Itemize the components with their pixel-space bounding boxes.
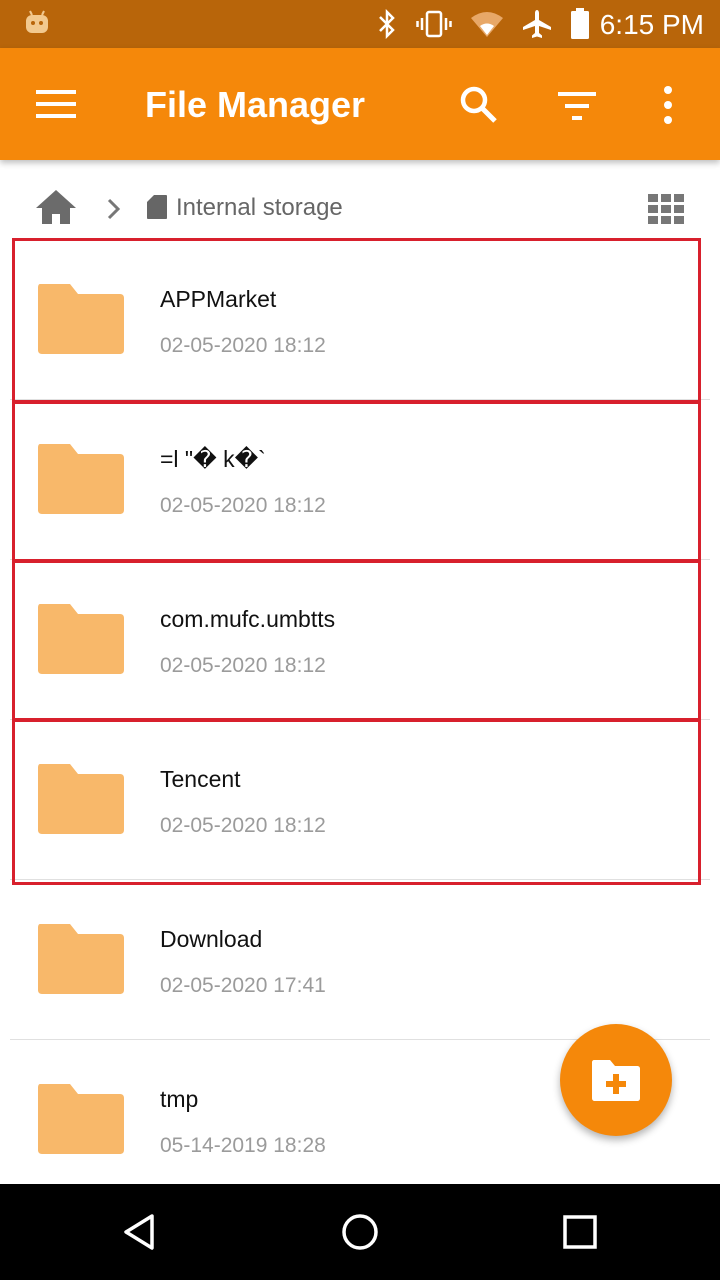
- battery-icon: [571, 8, 589, 39]
- vibrate-icon: [416, 10, 452, 38]
- new-folder-button[interactable]: [560, 1024, 672, 1136]
- back-icon[interactable]: [120, 1212, 160, 1252]
- list-item[interactable]: Download 02-05-2020 17:41: [0, 880, 720, 1040]
- search-icon[interactable]: [458, 84, 500, 126]
- file-name: tmp: [160, 1086, 199, 1112]
- file-date: 02-05-2020 18:12: [160, 814, 326, 837]
- airplane-icon: [523, 10, 551, 38]
- app-title: File Manager: [145, 84, 366, 125]
- menu-icon[interactable]: [36, 88, 76, 120]
- breadcrumb: Internal storage: [0, 160, 720, 240]
- wifi-icon: [471, 12, 503, 37]
- folder-icon: [38, 284, 124, 354]
- file-name: Download: [160, 926, 263, 952]
- chevron-right-icon: [107, 198, 121, 220]
- folder-icon: [38, 1084, 124, 1154]
- android-robot-icon: [26, 10, 48, 33]
- filter-icon[interactable]: [556, 86, 598, 126]
- home-circle-icon[interactable]: [340, 1212, 380, 1252]
- file-date: 02-05-2020 18:12: [160, 654, 326, 677]
- new-folder-icon: [592, 1060, 640, 1101]
- recents-icon[interactable]: [560, 1212, 600, 1252]
- file-date: 05-14-2019 18:28: [160, 1134, 326, 1157]
- more-vert-icon[interactable]: [650, 84, 686, 126]
- app-bar: File Manager: [0, 48, 720, 160]
- folder-icon: [38, 444, 124, 514]
- file-name: =l "� k�`: [160, 446, 266, 472]
- folder-icon: [38, 604, 124, 674]
- bluetooth-icon: [379, 9, 395, 39]
- folder-icon: [38, 764, 124, 834]
- clock: 6:15 PM: [599, 9, 704, 40]
- file-date: 02-05-2020 18:12: [160, 334, 326, 357]
- file-name: com.mufc.umbtts: [160, 606, 336, 632]
- file-name: Tencent: [160, 766, 241, 792]
- sd-card-icon: [147, 195, 167, 219]
- file-name: APPMarket: [160, 286, 277, 312]
- file-date: 02-05-2020 17:41: [160, 974, 326, 997]
- breadcrumb-internal-storage[interactable]: Internal storage: [176, 194, 343, 222]
- list-item[interactable]: Tencent 02-05-2020 18:12: [0, 720, 720, 880]
- list-item[interactable]: APPMarket 02-05-2020 18:12: [0, 240, 720, 400]
- list-item[interactable]: com.mufc.umbtts 02-05-2020 18:12: [0, 560, 720, 720]
- file-date: 02-05-2020 18:12: [160, 494, 326, 517]
- home-icon[interactable]: [34, 188, 78, 228]
- list-item[interactable]: =l "� k�` 02-05-2020 18:12: [0, 400, 720, 560]
- folder-icon: [38, 924, 124, 994]
- status-bar: 6:15 PM: [0, 0, 720, 48]
- navigation-bar: [0, 1184, 720, 1280]
- grid-view-icon[interactable]: [646, 192, 686, 224]
